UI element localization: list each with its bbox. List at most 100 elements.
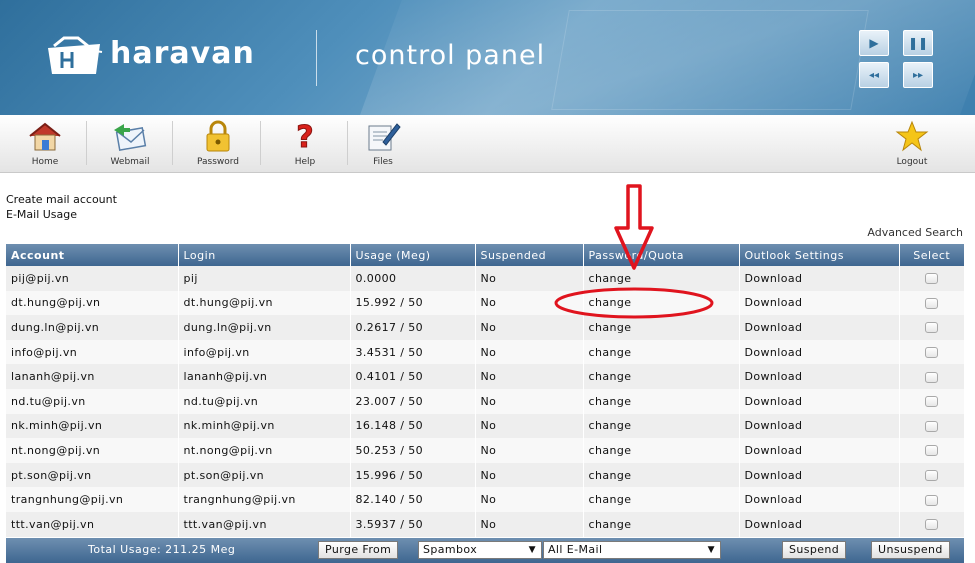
dropdown-arrow-icon: ▼ [707, 545, 715, 555]
table-row: info@pij.vn info@pij.vn 3.4531 / 50 No c… [6, 339, 964, 365]
outlook-download-link[interactable]: Download [739, 413, 900, 439]
pause-icon[interactable]: ❚❚ [903, 30, 933, 56]
select-cell [899, 487, 964, 512]
change-password-link[interactable]: change [583, 511, 740, 537]
email-usage-link[interactable]: E-Mail Usage [6, 207, 117, 222]
select-cell [899, 266, 964, 291]
play-icon[interactable]: ▶ [859, 30, 889, 56]
change-password-link[interactable]: change [583, 290, 740, 316]
select-checkbox[interactable] [925, 297, 939, 309]
column-header-account[interactable]: Account [6, 244, 179, 266]
lock-icon [206, 120, 230, 152]
select-checkbox[interactable] [925, 470, 939, 482]
account-cell[interactable]: lananh@pij.vn [6, 364, 179, 389]
column-header-select[interactable]: Select [899, 244, 964, 266]
login-cell: nk.minh@pij.vn [178, 413, 351, 439]
column-header-outlook-settings[interactable]: Outlook Settings [739, 244, 900, 266]
select-checkbox[interactable] [925, 494, 939, 506]
fast-forward-icon[interactable]: ▸▸ [903, 62, 933, 88]
password-button[interactable]: Password [183, 118, 253, 170]
header-banner: haravan control panel ▶ ❚❚ ◂◂ ▸▸ [0, 0, 975, 115]
column-header-usage[interactable]: Usage (Meg) [350, 244, 476, 266]
account-cell[interactable]: pt.son@pij.vn [6, 462, 179, 488]
advanced-search-link[interactable]: Advanced Search [867, 226, 963, 239]
suspended-cell: No [475, 339, 584, 365]
table-row: nk.minh@pij.vn nk.minh@pij.vn 16.148 / 5… [6, 413, 964, 439]
login-cell: pij [178, 266, 351, 291]
account-cell[interactable]: trangnhung@pij.vn [6, 487, 179, 512]
column-header-suspended[interactable]: Suspended [475, 244, 584, 266]
outlook-download-link[interactable]: Download [739, 266, 900, 291]
outlook-download-link[interactable]: Download [739, 487, 900, 512]
outlook-download-link[interactable]: Download [739, 364, 900, 389]
suspended-cell: No [475, 364, 584, 389]
email-filter-select[interactable]: All E-Mail ▼ [543, 541, 721, 559]
outlook-download-link[interactable]: Download [739, 339, 900, 365]
table-row: ttt.van@pij.vn ttt.van@pij.vn 3.5937 / 5… [6, 511, 964, 537]
account-cell[interactable]: nd.tu@pij.vn [6, 388, 179, 414]
select-cell [899, 413, 964, 439]
change-password-link[interactable]: change [583, 339, 740, 365]
outlook-download-link[interactable]: Download [739, 290, 900, 316]
home-button[interactable]: Home [10, 118, 80, 170]
create-mail-account-link[interactable]: Create mail account [6, 192, 117, 207]
table-header-row: Account Login Usage (Meg) Suspended Pass… [6, 244, 964, 266]
change-password-link[interactable]: change [583, 266, 740, 291]
outlook-download-link[interactable]: Download [739, 315, 900, 340]
home-icon [29, 122, 61, 151]
usage-cell: 15.996 / 50 [350, 462, 476, 488]
outlook-download-link[interactable]: Download [739, 388, 900, 414]
column-header-login[interactable]: Login [178, 244, 351, 266]
login-cell: ttt.van@pij.vn [178, 511, 351, 537]
column-header-password-quota[interactable]: Password/Quota [583, 244, 740, 266]
webmail-button[interactable]: Webmail [95, 118, 165, 170]
select-checkbox[interactable] [925, 322, 939, 334]
account-cell[interactable]: dt.hung@pij.vn [6, 290, 179, 316]
purge-target-select[interactable]: Spambox ▼ [418, 541, 542, 559]
select-checkbox[interactable] [925, 371, 939, 383]
outlook-download-link[interactable]: Download [739, 511, 900, 537]
account-cell[interactable]: nk.minh@pij.vn [6, 413, 179, 439]
select-checkbox[interactable] [925, 420, 939, 432]
select-checkbox[interactable] [925, 273, 939, 285]
login-cell: dung.ln@pij.vn [178, 315, 351, 340]
logout-button[interactable]: Logout [877, 118, 947, 170]
usage-cell: 0.4101 / 50 [350, 364, 476, 389]
select-cell [899, 511, 964, 537]
email-accounts-table: Account Login Usage (Meg) Suspended Pass… [6, 244, 964, 537]
brand-logo-text: haravan [110, 36, 255, 71]
usage-cell: 3.5937 / 50 [350, 511, 476, 537]
outlook-download-link[interactable]: Download [739, 438, 900, 463]
home-label: Home [31, 157, 59, 167]
change-password-link[interactable]: change [583, 462, 740, 488]
change-password-link[interactable]: change [583, 315, 740, 340]
account-cell[interactable]: ttt.van@pij.vn [6, 511, 179, 537]
suspended-cell: No [475, 290, 584, 316]
unsuspend-button[interactable]: Unsuspend [871, 541, 950, 559]
outlook-download-link[interactable]: Download [739, 462, 900, 488]
change-password-link[interactable]: change [583, 388, 740, 414]
account-cell[interactable]: info@pij.vn [6, 339, 179, 365]
files-button[interactable]: Files [348, 118, 418, 170]
suspend-button[interactable]: Suspend [782, 541, 847, 559]
select-checkbox[interactable] [925, 347, 939, 359]
change-password-link[interactable]: change [583, 438, 740, 463]
select-checkbox[interactable] [925, 396, 939, 408]
account-cell[interactable]: dung.ln@pij.vn [6, 315, 179, 340]
change-password-link[interactable]: change [583, 487, 740, 512]
change-password-link[interactable]: change [583, 413, 740, 439]
webmail-icon [114, 124, 147, 151]
change-password-link[interactable]: change [583, 364, 740, 389]
account-cell[interactable]: nt.nong@pij.vn [6, 438, 179, 463]
select-checkbox[interactable] [925, 519, 939, 531]
table-row: dt.hung@pij.vn dt.hung@pij.vn 15.992 / 5… [6, 290, 964, 316]
select-checkbox[interactable] [925, 445, 939, 457]
help-button[interactable]: ? Help [270, 118, 340, 170]
login-cell: info@pij.vn [178, 339, 351, 365]
login-cell: trangnhung@pij.vn [178, 487, 351, 512]
table-row: trangnhung@pij.vn trangnhung@pij.vn 82.1… [6, 487, 964, 512]
select-cell [899, 315, 964, 340]
purge-from-button[interactable]: Purge From [318, 541, 399, 559]
rewind-icon[interactable]: ◂◂ [859, 62, 889, 88]
account-cell[interactable]: pij@pij.vn [6, 266, 179, 291]
